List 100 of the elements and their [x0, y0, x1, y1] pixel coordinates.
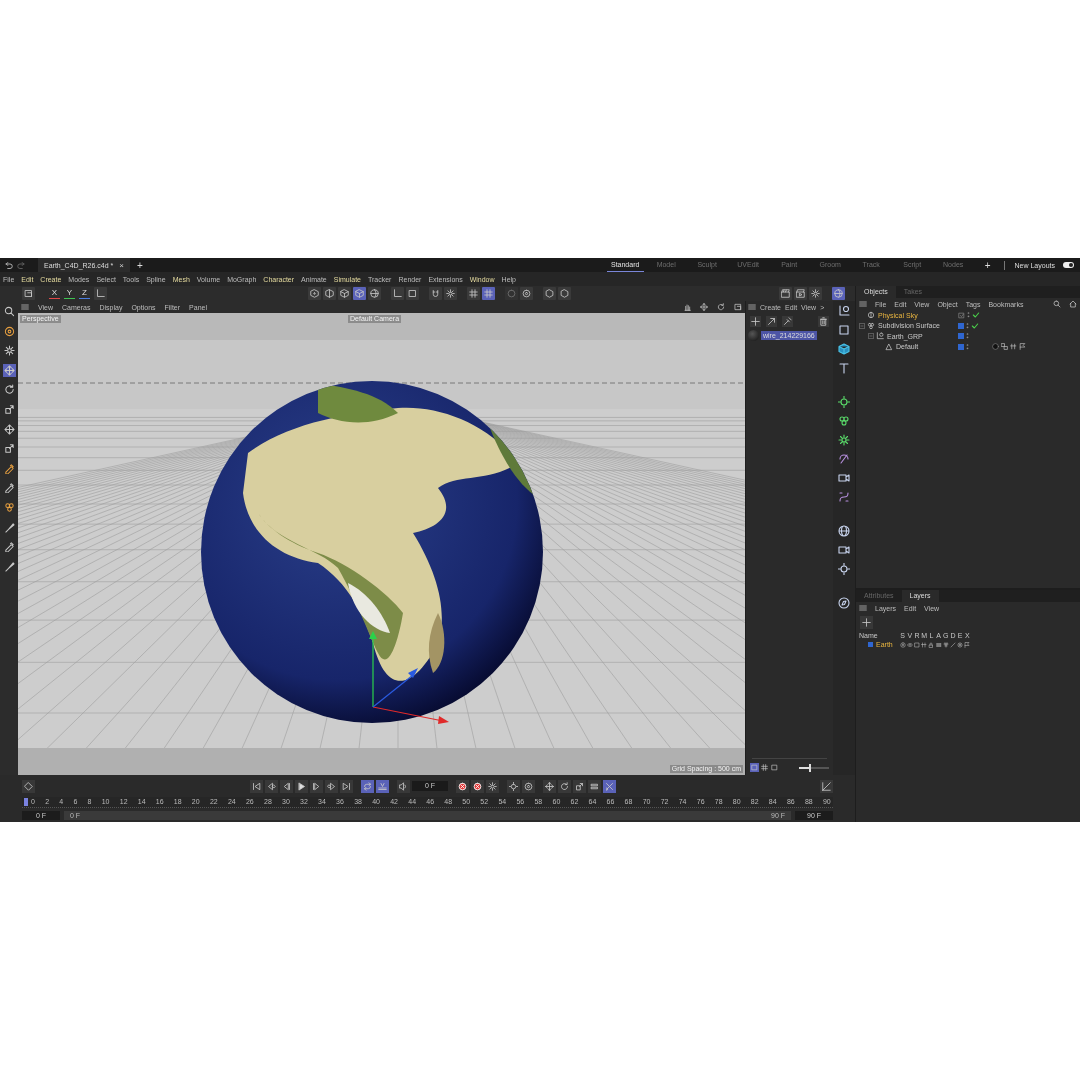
slash-icon[interactable]: [949, 641, 956, 648]
target-icon[interactable]: [520, 287, 533, 300]
skipend-icon[interactable]: [340, 779, 353, 793]
move-icon[interactable]: [700, 303, 708, 311]
sphere-icon[interactable]: [368, 287, 381, 300]
curve-icon[interactable]: [820, 779, 833, 793]
square-icon[interactable]: [406, 287, 419, 300]
target-icon[interactable]: [522, 779, 535, 793]
speaker-icon[interactable]: [397, 779, 410, 793]
arrow-icon[interactable]: [766, 316, 777, 327]
checkbox-icon[interactable]: [958, 311, 965, 319]
gear-icon[interactable]: [957, 641, 964, 648]
compass-icon[interactable]: [838, 597, 850, 609]
gear-icon[interactable]: [809, 287, 822, 300]
visibility-dots-icon[interactable]: [966, 321, 969, 330]
axis-icon[interactable]: [391, 287, 404, 300]
zoom-slider-fill[interactable]: [799, 766, 810, 769]
close-tab-button[interactable]: ×: [119, 260, 124, 270]
play-icon[interactable]: [295, 779, 308, 793]
pen-icon[interactable]: [2, 481, 16, 495]
nextframe-icon[interactable]: [310, 779, 323, 793]
plus-icon[interactable]: [860, 616, 873, 629]
axis-lock-button[interactable]: Z: [79, 288, 90, 299]
menu-icon[interactable]: [21, 303, 29, 311]
rotate-icon[interactable]: [717, 303, 725, 311]
move-icon[interactable]: [2, 422, 16, 436]
cloner-icon[interactable]: [942, 641, 949, 648]
record-icon[interactable]: [471, 779, 484, 793]
hex-icon[interactable]: [543, 287, 556, 300]
home-icon[interactable]: [1069, 300, 1077, 308]
material-sphere-icon[interactable]: [992, 343, 999, 351]
scale-icon[interactable]: [573, 779, 586, 793]
playhead-handle[interactable]: [24, 798, 28, 806]
search-icon[interactable]: [2, 305, 16, 318]
magnet-icon[interactable]: [429, 287, 442, 300]
clapper-icon[interactable]: [779, 287, 792, 300]
undo-icon[interactable]: [4, 260, 13, 270]
axis-lock-button[interactable]: Y: [64, 288, 75, 299]
search-icon[interactable]: [1053, 300, 1061, 308]
add-layout-button[interactable]: +: [981, 259, 994, 271]
point-icon[interactable]: [308, 287, 321, 300]
check-icon[interactable]: [971, 321, 979, 330]
skipstart-icon[interactable]: [250, 779, 263, 793]
cloner-icon[interactable]: [838, 415, 850, 427]
target-icon[interactable]: [2, 324, 16, 338]
move-icon[interactable]: [2, 363, 16, 377]
sphere-icon[interactable]: [832, 287, 845, 300]
frame-icon[interactable]: [734, 303, 742, 311]
brush-icon[interactable]: [2, 520, 16, 534]
prevkey-icon[interactable]: [265, 779, 278, 793]
pen-icon[interactable]: [2, 461, 16, 475]
visibility-dots-icon[interactable]: [966, 342, 969, 351]
check-icon[interactable]: [972, 311, 980, 320]
hand-icon[interactable]: [683, 303, 691, 311]
scale-icon[interactable]: [2, 442, 16, 456]
grid-icon[interactable]: [467, 287, 480, 300]
loop-icon[interactable]: [361, 779, 374, 793]
visibility-dots-icon[interactable]: [966, 332, 969, 341]
cube-icon[interactable]: [353, 287, 366, 300]
new-tab-button[interactable]: +: [133, 259, 146, 271]
scissors-icon[interactable]: [603, 779, 616, 793]
grid-icon[interactable]: [482, 287, 495, 300]
nextkey-icon[interactable]: [325, 779, 338, 793]
trash-icon[interactable]: [818, 316, 829, 327]
diamond-icon[interactable]: [22, 779, 35, 793]
camera-icon[interactable]: [838, 472, 850, 484]
menu-icon[interactable]: [859, 300, 867, 308]
layer-square[interactable]: [958, 343, 964, 350]
scale-icon[interactable]: [2, 402, 16, 416]
checker-icon[interactable]: [1001, 343, 1008, 351]
gear-icon[interactable]: [486, 779, 499, 793]
gear-icon[interactable]: [838, 434, 850, 446]
prevframe-icon[interactable]: [280, 779, 293, 793]
cloner-icon[interactable]: [2, 500, 16, 514]
grid-icon[interactable]: [760, 763, 769, 772]
pen-icon[interactable]: [2, 540, 16, 554]
brush-icon[interactable]: [2, 559, 16, 573]
rotate-icon[interactable]: [558, 779, 571, 793]
text-icon[interactable]: [838, 362, 850, 374]
layer-square[interactable]: [958, 333, 964, 340]
layer-color-swatch[interactable]: [868, 642, 873, 647]
gear-icon[interactable]: [444, 287, 457, 300]
menu-icon[interactable]: [859, 604, 867, 612]
eye-icon[interactable]: [906, 641, 913, 648]
cube-icon[interactable]: [838, 343, 850, 355]
square-icon[interactable]: [838, 324, 850, 336]
deformer-icon[interactable]: [838, 453, 850, 465]
camera-icon[interactable]: [838, 544, 850, 556]
move-icon[interactable]: [543, 779, 556, 793]
edge-icon[interactable]: [323, 287, 336, 300]
gear-icon[interactable]: [2, 344, 16, 358]
axis-lock-button[interactable]: X: [49, 288, 60, 299]
dropper-icon[interactable]: [782, 316, 793, 327]
cube-icon[interactable]: [338, 287, 351, 300]
record-icon[interactable]: [456, 779, 469, 793]
bars-icon[interactable]: [588, 779, 601, 793]
axis-icon[interactable]: [94, 287, 107, 300]
lock-icon[interactable]: [928, 641, 935, 648]
bars-icon[interactable]: [935, 641, 942, 648]
spline-icon[interactable]: [838, 491, 850, 503]
